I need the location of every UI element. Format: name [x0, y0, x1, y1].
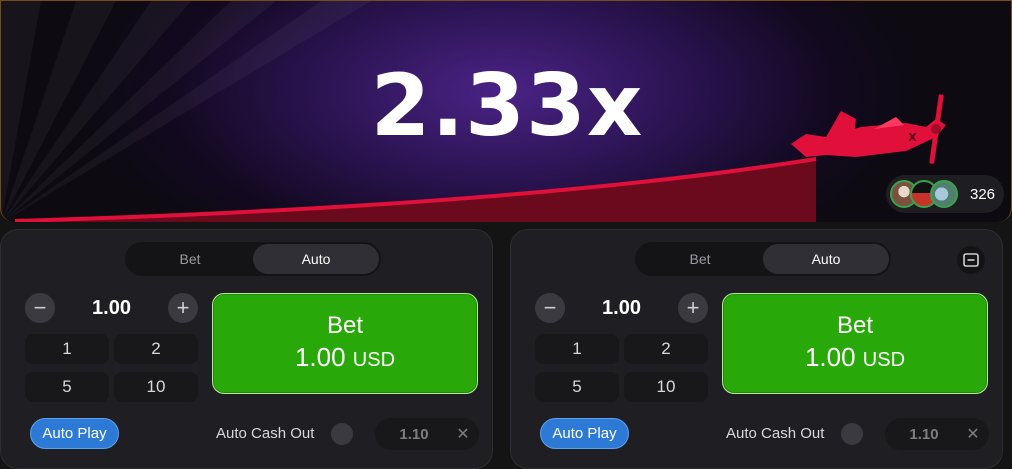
quick-amount-button[interactable]: 2	[624, 334, 708, 364]
auto-cash-out-value: 1.10	[909, 425, 939, 443]
bet-button-label: Bet	[326, 312, 364, 339]
bet-button-value: 1.00	[294, 342, 346, 372]
bet-amount-stepper: − 1.00 +	[25, 292, 198, 324]
auto-cash-out-field[interactable]: 1.10 ✕	[885, 418, 989, 450]
bet-button-label: Bet	[836, 312, 874, 339]
tab-bet[interactable]: Bet	[637, 244, 763, 274]
auto-cash-out-label: Auto Cash Out	[726, 425, 825, 442]
decrease-button[interactable]: −	[25, 293, 55, 323]
quick-amount-button[interactable]: 1	[25, 334, 109, 364]
auto-cash-out-field[interactable]: 1.10 ✕	[375, 418, 479, 450]
auto-cash-out-value: 1.10	[399, 425, 429, 443]
auto-play-button[interactable]: Auto Play	[30, 418, 119, 449]
bet-amount-input[interactable]: 1.00	[565, 297, 678, 320]
bet-mode-tabs: Bet Auto	[635, 242, 891, 276]
bet-button-currency: USD	[862, 349, 906, 371]
auto-cash-out-label: Auto Cash Out	[216, 425, 315, 442]
bet-button-amount: 1.00 USD	[295, 341, 395, 376]
bet-amount-input[interactable]: 1.00	[55, 297, 168, 320]
player-count: 326	[970, 185, 996, 203]
close-icon[interactable]: ✕	[963, 424, 983, 444]
tab-auto[interactable]: Auto	[253, 244, 379, 274]
bet-panel-2: Bet Auto − 1.00 + 1 2 5 10 Bet 1.00 USD …	[510, 229, 1003, 469]
tab-bet[interactable]: Bet	[127, 244, 253, 274]
auto-cash-out-toggle[interactable]	[841, 423, 863, 445]
quick-amount-button[interactable]: 5	[535, 372, 619, 402]
bet-button-value: 1.00	[804, 342, 856, 372]
quick-amount-button[interactable]: 10	[624, 372, 708, 402]
quick-amount-button[interactable]: 2	[114, 334, 198, 364]
bet-mode-tabs: Bet Auto	[125, 242, 381, 276]
players-online: 326	[886, 175, 1004, 213]
plane-icon: x	[791, 94, 946, 164]
bet-panel-1: Bet Auto − 1.00 + 1 2 5 10 Bet 1.00 USD …	[0, 229, 493, 469]
place-bet-button[interactable]: Bet 1.00 USD	[212, 293, 478, 394]
tab-auto[interactable]: Auto	[763, 244, 889, 274]
place-bet-button[interactable]: Bet 1.00 USD	[722, 293, 988, 394]
svg-text:x: x	[908, 129, 917, 145]
auto-play-button[interactable]: Auto Play	[540, 418, 629, 449]
auto-cash-out-toggle[interactable]	[331, 423, 353, 445]
increase-button[interactable]: +	[168, 293, 198, 323]
decrease-button[interactable]: −	[535, 293, 565, 323]
game-area: 2.33x x 326	[0, 0, 1012, 222]
quick-amounts: 1 2 5 10	[535, 334, 708, 402]
quick-amount-button[interactable]: 10	[114, 372, 198, 402]
minus-square-icon	[963, 253, 979, 267]
bet-button-amount: 1.00 USD	[805, 341, 905, 376]
close-icon[interactable]: ✕	[453, 424, 473, 444]
avatar	[930, 180, 958, 208]
quick-amounts: 1 2 5 10	[25, 334, 198, 402]
remove-panel-button[interactable]	[957, 246, 985, 274]
bet-amount-stepper: − 1.00 +	[535, 292, 708, 324]
quick-amount-button[interactable]: 5	[25, 372, 109, 402]
bet-button-currency: USD	[352, 349, 396, 371]
increase-button[interactable]: +	[678, 293, 708, 323]
quick-amount-button[interactable]: 1	[535, 334, 619, 364]
